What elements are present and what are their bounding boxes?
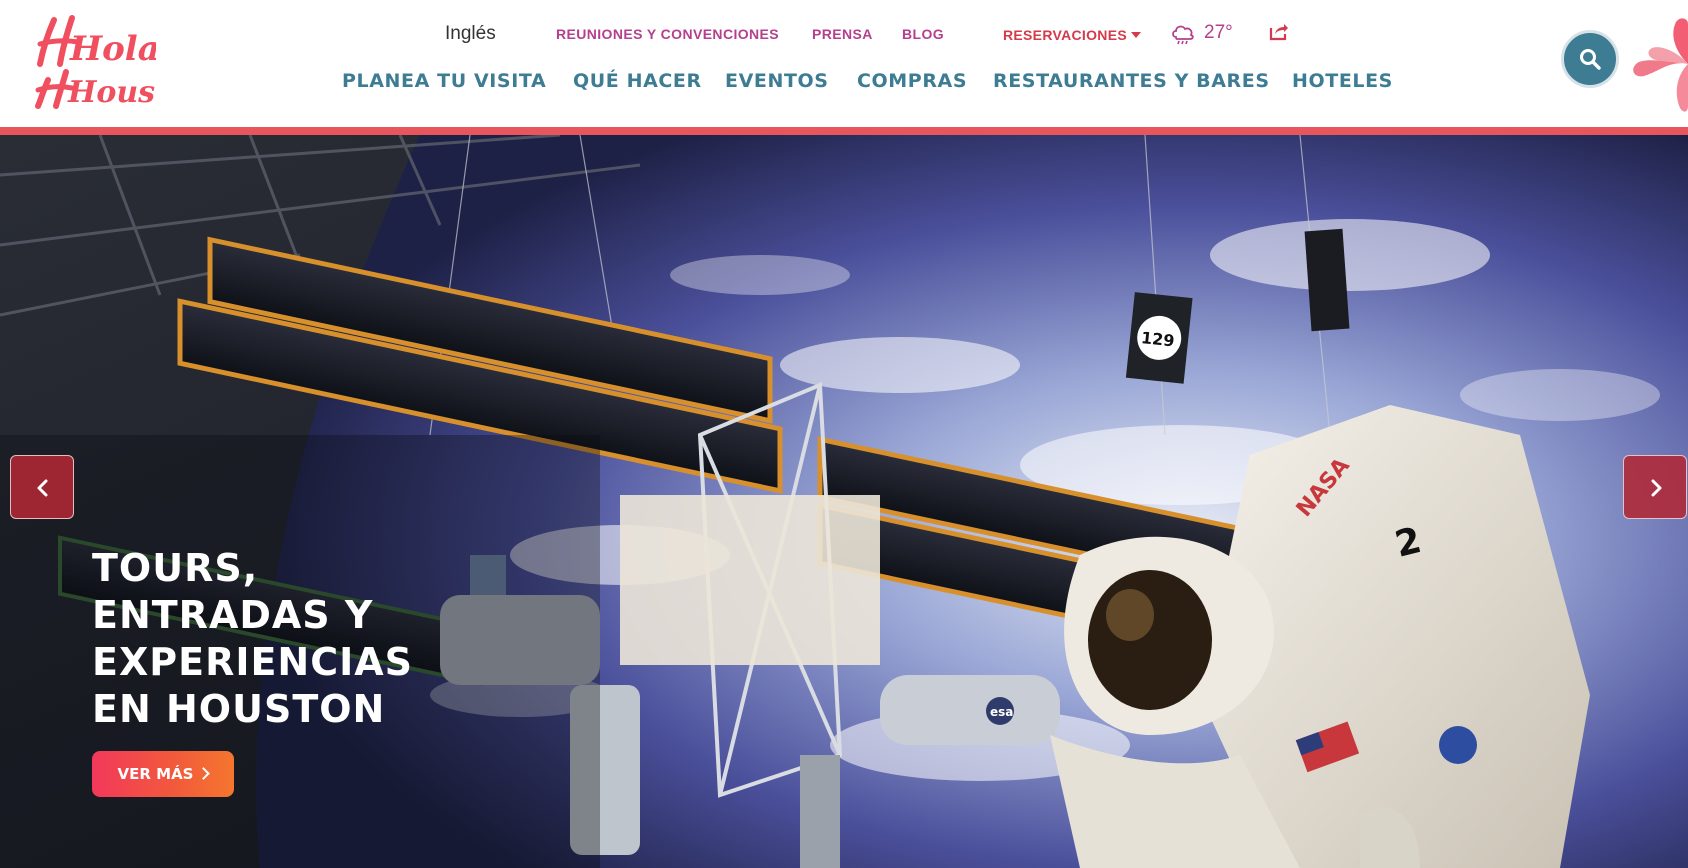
hero-title-line: EN HOUSTON [92,687,386,731]
caret-down-icon [1130,32,1141,38]
chevron-right-icon [1651,479,1662,497]
chevron-right-icon [197,767,211,780]
utility-bar: Inglés REUNIONES Y CONVENCIONES PRENSA B… [0,22,1688,46]
utility-link-meetings[interactable]: REUNIONES Y CONVENCIONES [556,22,779,46]
hero-title-line: EXPERIENCIAS [92,640,414,684]
module-label: esa [990,705,1013,719]
main-navigation: PLANEA TU VISITA QUÉ HACER EVENTOS COMPR… [0,66,1688,96]
see-more-button[interactable]: VER MÁS [92,751,234,797]
reservations-dropdown[interactable]: RESERVACIONES [1003,23,1141,47]
chevron-left-icon [37,479,48,497]
language-switch-link[interactable]: Inglés [445,22,496,46]
nav-shopping[interactable]: COMPRAS [857,66,967,96]
see-more-label: VER MÁS [117,765,194,783]
search-icon [1580,49,1601,70]
weather-temperature: 27° [1204,22,1233,43]
hero-image-space-station: esa 129 NASA 2 [0,135,1688,868]
carousel-next-button[interactable] [1623,455,1687,519]
carousel-prev-button[interactable] [10,455,74,519]
hero-title: TOURS, ENTRADAS Y EXPERIENCIAS EN HOUSTO… [92,545,532,733]
reservations-label: RESERVACIONES [1003,27,1127,43]
hero-bottom-curve [825,848,1545,868]
site-header: Hola Houston Inglés REUNIONES Y CONVENCI… [0,0,1688,135]
hero-title-line: TOURS, [92,546,259,590]
rain-cloud-icon [1172,25,1194,45]
nav-things-to-do[interactable]: QUÉ HACER [573,66,702,96]
nav-restaurants-bars[interactable]: RESTAURANTES Y BARES [993,66,1270,96]
decorative-flower-icon [1633,18,1688,112]
hero-title-line: ENTRADAS Y [92,593,374,637]
nav-events[interactable]: EVENTOS [725,66,829,96]
share-icon[interactable] [1268,20,1290,42]
hero-carousel: esa 129 NASA 2 TOURS, ENTRADAS Y EXPERIE… [0,135,1688,868]
utility-link-blog[interactable]: BLOG [902,22,944,46]
nav-hotels[interactable]: HOTELES [1292,66,1393,96]
sign-number: 129 [1140,328,1175,350]
nav-plan-your-visit[interactable]: PLANEA TU VISITA [342,66,546,96]
utility-link-press[interactable]: PRENSA [812,22,873,46]
search-button[interactable] [1561,30,1619,88]
header-divider [0,127,1688,135]
